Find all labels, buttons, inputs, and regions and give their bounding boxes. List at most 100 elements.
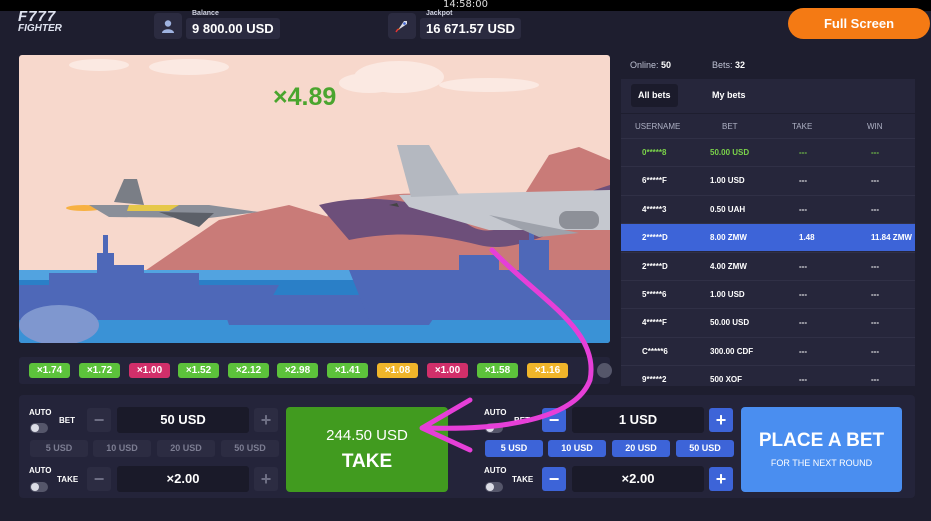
jackpot-value: 16 671.57 USD <box>420 18 521 39</box>
history-item: ×1.00 <box>427 363 468 378</box>
cell-bet: 50.00 USD <box>710 148 750 157</box>
auto-take-toggle[interactable] <box>30 482 48 492</box>
cell-username: 2*****D <box>642 261 668 271</box>
logo-line1: F777 <box>18 8 57 25</box>
take-multiplier-field-2[interactable]: ×2.00 <box>572 466 704 492</box>
cell-take: --- <box>799 375 807 385</box>
multiplier-history: ×1.74 ×1.72 ×1.00 ×1.52 ×2.12 ×2.98 ×1.41 ×1.08… <box>19 357 612 384</box>
bets-label: Bets: <box>712 60 733 70</box>
table-row: C*****6 300.00 CDF --- --- <box>621 336 915 365</box>
table-header: USERNAME BET TAKE WIN <box>621 114 915 138</box>
cell-win: --- <box>871 261 879 271</box>
history-item: ×1.58 <box>477 363 518 378</box>
rocket-icon <box>388 13 416 39</box>
online-count: Online: 50 <box>630 60 671 70</box>
game-logo: F777 FIGHTER <box>18 8 68 35</box>
col-username: USERNAME <box>635 122 681 131</box>
bets-count: Bets: 32 <box>712 60 745 70</box>
cell-bet: 0.50 UAH <box>710 204 746 214</box>
cell-bet: 50.00 USD <box>710 318 750 328</box>
auto-take-toggle-2[interactable] <box>485 482 503 492</box>
history-item: ×1.41 <box>327 363 368 378</box>
tab-my-bets[interactable]: My bets <box>705 84 753 107</box>
cell-bet: 1.00 USD <box>710 176 745 186</box>
take-button[interactable]: 244.50 USD TAKE <box>286 407 448 492</box>
bet-increase-button[interactable]: + <box>254 408 278 432</box>
cell-win: --- <box>871 290 879 299</box>
fullscreen-button[interactable]: Full Screen <box>788 8 930 39</box>
bet-amount-field-2[interactable]: 1 USD <box>572 407 704 433</box>
cell-username: 6*****F <box>642 176 667 186</box>
chip-5-usd[interactable]: 5 USD <box>30 440 88 457</box>
user-icon <box>154 13 182 39</box>
cell-bet: 8.00 ZMW <box>710 233 747 243</box>
bet-increase-button-2[interactable]: + <box>709 408 733 432</box>
auto-take-label: AUTO <box>29 466 52 475</box>
logo-line2: FIGHTER <box>18 23 62 34</box>
current-multiplier: ×4.89 <box>273 83 337 111</box>
header: F777 FIGHTER Balance 9 800.00 USD Jackpo… <box>0 8 931 43</box>
balance-widget: Balance 9 800.00 USD <box>154 10 294 41</box>
cell-win: --- <box>871 318 879 328</box>
status-bar: 14:58:00 <box>0 0 931 11</box>
take-increase-button[interactable]: + <box>254 467 278 491</box>
cell-bet: 300.00 CDF <box>710 346 754 356</box>
cell-take: --- <box>799 290 807 299</box>
bet-decrease-button[interactable]: − <box>87 408 111 432</box>
tab-all-bets[interactable]: All bets <box>631 84 678 107</box>
history-item: ×1.00 <box>129 363 170 378</box>
balance-value: 9 800.00 USD <box>186 18 280 39</box>
history-item: ×2.98 <box>277 363 318 378</box>
history-item: ×1.72 <box>79 363 120 378</box>
cell-take: 1.48 <box>799 233 815 243</box>
place-bet-label: PLACE A BET <box>758 430 885 451</box>
jackpot-widget: Jackpot 16 671.57 USD <box>388 10 521 41</box>
cell-username: 4*****3 <box>642 204 667 214</box>
cell-username: 2*****D <box>642 233 668 243</box>
bet-decrease-button-2[interactable]: − <box>542 408 566 432</box>
chip-50-usd[interactable]: 50 USD <box>221 440 279 457</box>
history-more-button[interactable] <box>597 363 612 378</box>
chip-20-usd-2[interactable]: 20 USD <box>612 440 670 457</box>
bets-value: 32 <box>735 60 746 70</box>
take-increase-button-2[interactable]: + <box>709 467 733 491</box>
cell-take: --- <box>799 176 807 186</box>
bets-tabs: All bets My bets <box>621 79 915 113</box>
auto-bet-label-2: AUTO <box>484 408 507 417</box>
chip-50-usd-2[interactable]: 50 USD <box>676 440 734 457</box>
cell-bet: 1.00 USD <box>710 290 745 299</box>
col-take: TAKE <box>792 122 813 131</box>
take-multiplier-field[interactable]: ×2.00 <box>117 466 249 492</box>
take-decrease-button[interactable]: − <box>87 467 111 491</box>
cell-username: 0*****8 <box>642 148 667 157</box>
take-button-amount: 244.50 USD <box>326 427 408 444</box>
auto-bet-toggle-2[interactable] <box>485 423 503 433</box>
chip-10-usd-2[interactable]: 10 USD <box>548 440 606 457</box>
history-item: ×1.52 <box>178 363 219 378</box>
chip-10-usd[interactable]: 10 USD <box>93 440 151 457</box>
cell-take: --- <box>799 346 807 356</box>
table-row: 5*****6 1.00 USD --- --- <box>621 280 915 308</box>
auto-bet-toggle[interactable] <box>30 423 48 433</box>
history-item: ×2.12 <box>228 363 269 378</box>
bet-label-2: BET <box>514 416 530 425</box>
cell-username: C*****6 <box>642 346 668 356</box>
chip-20-usd[interactable]: 20 USD <box>157 440 215 457</box>
auto-bet-label: AUTO <box>29 408 52 417</box>
bet-amount-field[interactable]: 50 USD <box>117 407 249 433</box>
place-bet-button[interactable]: PLACE A BET FOR THE NEXT ROUND <box>741 407 902 492</box>
take-decrease-button-2[interactable]: − <box>542 467 566 491</box>
game-canvas: ×4.89 <box>19 55 610 343</box>
take-label-2: TAKE <box>512 475 534 484</box>
table-row: 2*****D 8.00 ZMW 1.48 11.84 ZMW <box>621 223 915 252</box>
cell-take: --- <box>799 261 807 271</box>
chip-5-usd-2[interactable]: 5 USD <box>485 440 543 457</box>
cell-win: --- <box>871 176 879 186</box>
bets-table: USERNAME BET TAKE WIN 0*****8 50.00 USD --… <box>621 114 915 386</box>
online-value: 50 <box>661 60 672 70</box>
take-button-label: TAKE <box>341 451 393 472</box>
online-label: Online: <box>630 60 659 70</box>
history-item: ×1.08 <box>377 363 418 378</box>
cell-bet: 500 XOF <box>710 375 743 385</box>
place-bet-sublabel: FOR THE NEXT ROUND <box>770 458 873 468</box>
